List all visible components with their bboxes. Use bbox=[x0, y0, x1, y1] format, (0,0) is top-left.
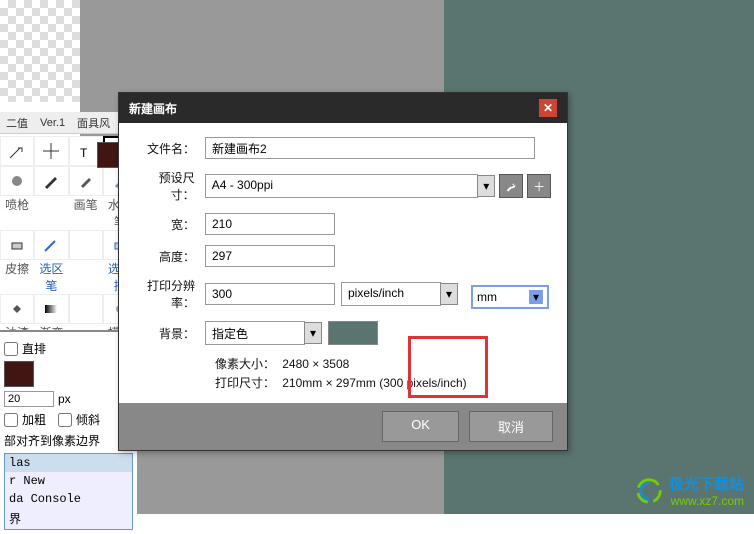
logo-icon bbox=[635, 477, 663, 505]
text-color-swatch[interactable] bbox=[4, 361, 34, 387]
unit-select[interactable]: mm▾ bbox=[471, 285, 549, 309]
chevron-down-icon[interactable]: ▾ bbox=[477, 175, 495, 197]
transparent-area bbox=[0, 0, 80, 102]
chevron-down-icon[interactable]: ▾ bbox=[304, 322, 322, 344]
filename-input[interactable] bbox=[205, 137, 535, 159]
tool-gradient-icon[interactable] bbox=[34, 294, 68, 324]
background-label: 背景： bbox=[135, 325, 205, 342]
tool-blank2[interactable] bbox=[69, 294, 103, 324]
watermark: 极光下载站 www.xz7.com bbox=[635, 473, 744, 508]
toolbar-tabs: 二值 Ver.1 面具风 bbox=[0, 112, 137, 134]
font-item[interactable]: 界 bbox=[5, 508, 132, 529]
svg-text:T: T bbox=[80, 146, 88, 160]
background-color-preview[interactable] bbox=[328, 321, 378, 345]
font-item[interactable]: r New bbox=[5, 472, 132, 490]
filename-label: 文件名： bbox=[135, 140, 205, 157]
tool-options: 直排 px 加粗 倾斜 部对齐到像素边界 las r New da Consol… bbox=[0, 330, 137, 534]
watermark-title: 极光下载站 bbox=[669, 473, 744, 494]
font-item[interactable]: da Console bbox=[5, 490, 132, 508]
watermark-url: www.xz7.com bbox=[669, 494, 744, 508]
vertical-checkbox[interactable] bbox=[4, 342, 18, 356]
tool-brush-icon[interactable] bbox=[69, 166, 103, 196]
ok-button[interactable]: OK bbox=[382, 411, 459, 442]
dialog-buttons: OK 取消 bbox=[119, 403, 567, 450]
tool-bucket-icon[interactable] bbox=[0, 294, 34, 324]
background-select[interactable]: 指定色 bbox=[205, 321, 305, 345]
tab-mask[interactable]: 面具风 bbox=[77, 115, 110, 131]
tool-move-icon[interactable] bbox=[34, 136, 68, 166]
font-item[interactable]: las bbox=[5, 454, 132, 472]
preset-label: 预设尺寸： bbox=[135, 169, 205, 203]
resolution-input[interactable] bbox=[205, 283, 335, 305]
height-input[interactable] bbox=[205, 245, 335, 267]
plus-icon[interactable]: ＋ bbox=[527, 174, 551, 198]
new-canvas-dialog: 新建画布 ✕ 文件名： 预设尺寸： A4 - 300ppi ▾ ＋ 宽： mm▾… bbox=[118, 92, 568, 451]
height-label: 高度： bbox=[135, 248, 205, 265]
tool-wand-icon[interactable] bbox=[0, 136, 34, 166]
tool-selpen-icon[interactable] bbox=[34, 230, 68, 260]
pixel-size-label: 像素大小： bbox=[215, 357, 275, 371]
wrench-icon[interactable] bbox=[499, 174, 523, 198]
tab-binary[interactable]: 二值 bbox=[6, 115, 28, 131]
resolution-label: 打印分辨率： bbox=[135, 277, 205, 311]
dialog-titlebar[interactable]: 新建画布 ✕ bbox=[119, 93, 567, 123]
resolution-unit-select[interactable]: pixels/inch bbox=[341, 282, 441, 306]
cancel-button[interactable]: 取消 bbox=[469, 411, 553, 442]
width-label: 宽： bbox=[135, 216, 205, 233]
fontsize-unit: px bbox=[58, 392, 71, 406]
print-size-value: 210mm × 297mm (300 pixels/inch) bbox=[282, 376, 466, 390]
italic-checkbox[interactable] bbox=[58, 413, 72, 427]
preset-select[interactable]: A4 - 300ppi bbox=[205, 174, 479, 198]
align-label: 部对齐到像素边界 bbox=[4, 432, 100, 449]
chevron-down-icon[interactable]: ▾ bbox=[529, 290, 543, 304]
dialog-title: 新建画布 bbox=[129, 100, 177, 117]
close-icon[interactable]: ✕ bbox=[539, 99, 557, 117]
tab-ver1[interactable]: Ver.1 bbox=[40, 117, 65, 129]
tool-eraser-icon[interactable] bbox=[0, 230, 34, 260]
font-list[interactable]: las r New da Console 界 bbox=[4, 453, 133, 530]
tool-blank1[interactable] bbox=[69, 230, 103, 260]
width-input[interactable] bbox=[205, 213, 335, 235]
tool-pen-icon[interactable] bbox=[34, 166, 68, 196]
print-size-label: 打印尺寸： bbox=[215, 376, 275, 390]
pixel-size-value: 2480 × 3508 bbox=[282, 357, 349, 371]
chevron-down-icon[interactable]: ▾ bbox=[440, 283, 458, 305]
bold-checkbox[interactable] bbox=[4, 413, 18, 427]
vertical-label: 直排 bbox=[22, 340, 46, 357]
fontsize-input[interactable] bbox=[4, 391, 54, 407]
tool-airbrush-icon[interactable] bbox=[0, 166, 34, 196]
